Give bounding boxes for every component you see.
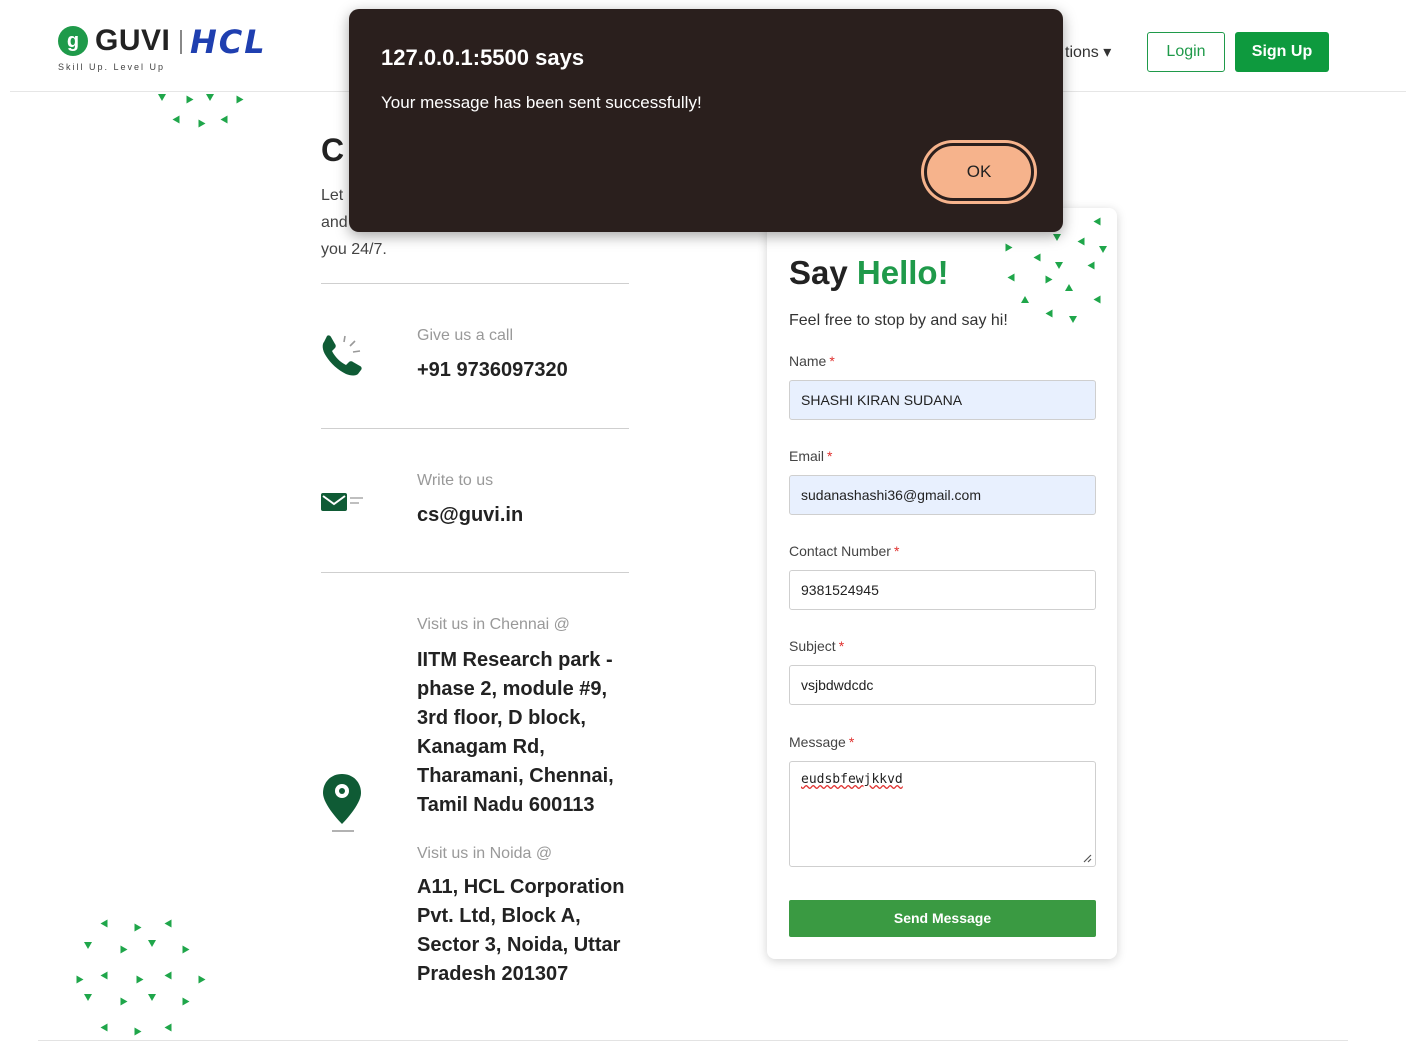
address-line: IITM Research park - bbox=[417, 649, 613, 671]
intro-line: you 24/7. bbox=[321, 241, 387, 258]
address-line: Tamil Nadu 600113 bbox=[417, 794, 595, 816]
name-field[interactable]: SHASHI KIRAN SUDANA bbox=[789, 380, 1096, 420]
phone-number[interactable]: +91 9736097320 bbox=[417, 356, 568, 385]
mail-icon bbox=[321, 491, 367, 518]
decorative-triangles-top bbox=[150, 92, 260, 132]
alert-title: 127.0.0.1:5500 says bbox=[381, 45, 585, 70]
subject-field[interactable]: vsjbdwdcdc bbox=[789, 665, 1096, 705]
write-label: Write to us bbox=[417, 472, 494, 489]
divider bbox=[321, 428, 629, 429]
required-marker: * bbox=[829, 353, 835, 369]
form-subtitle: Feel free to stop by and say hi! bbox=[789, 312, 1008, 329]
alert-ok-button[interactable]: OK bbox=[924, 143, 1034, 201]
required-marker: * bbox=[848, 734, 855, 750]
address-line: Sector 3, Noida, Uttar bbox=[417, 934, 621, 956]
decorative-triangles-bottom bbox=[72, 918, 212, 1038]
contact-number-label: Contact Number * bbox=[789, 543, 900, 559]
logo-tagline: Skill Up. Level Up bbox=[58, 62, 166, 72]
call-label: Give us a call bbox=[417, 327, 514, 344]
browser-alert-dialog: 127.0.0.1:5500 says Your message has bee… bbox=[349, 9, 1063, 232]
alert-message: Your message has been sent successfully! bbox=[381, 93, 702, 112]
form-title: Say Hello! bbox=[789, 254, 949, 292]
address-line: A11, HCL Corporation bbox=[417, 876, 625, 898]
message-label: Message * bbox=[789, 734, 855, 750]
chennai-label: Visit us in Chennai @ bbox=[417, 616, 570, 633]
guvi-logo-mark: g bbox=[58, 26, 88, 56]
address-line: Kanagam Rd, bbox=[417, 736, 545, 758]
address-line: Tharamani, Chennai, bbox=[417, 765, 614, 787]
email-label: Email * bbox=[789, 448, 833, 464]
divider bbox=[321, 283, 629, 284]
divider bbox=[321, 572, 629, 573]
nav-options-dropdown[interactable]: tions ▾ bbox=[1065, 42, 1111, 62]
sign-up-button[interactable]: Sign Up bbox=[1235, 32, 1329, 72]
required-marker: * bbox=[838, 638, 845, 654]
message-textarea[interactable]: eudsbfewjkkvd bbox=[789, 761, 1096, 867]
guvi-hcl-logo[interactable]: g GUVI HCL Skill Up. Level Up bbox=[58, 23, 318, 82]
logo-separator bbox=[180, 30, 182, 54]
address-line: Pvt. Ltd, Block A, bbox=[417, 905, 581, 927]
address-line: phase 2, module #9, bbox=[417, 678, 608, 700]
subject-label: Subject * bbox=[789, 638, 845, 654]
address-line: Pradesh 201307 bbox=[417, 963, 569, 985]
contact-title: C bbox=[321, 132, 345, 168]
send-message-button[interactable]: Send Message bbox=[789, 900, 1096, 937]
form-title-plain: Say bbox=[789, 254, 857, 291]
email-field[interactable]: sudanashashi36@gmail.com bbox=[789, 475, 1096, 515]
contact-number-field[interactable]: 9381524945 bbox=[789, 570, 1096, 610]
noida-address: A11, HCL Corporation Pvt. Ltd, Block A, … bbox=[417, 873, 637, 989]
address-line: 3rd floor, D block, bbox=[417, 707, 586, 729]
login-button[interactable]: Login bbox=[1147, 32, 1225, 72]
email-address[interactable]: cs@guvi.in bbox=[417, 501, 523, 530]
noida-label: Visit us in Noida @ bbox=[417, 845, 553, 862]
chennai-address: IITM Research park - phase 2, module #9,… bbox=[417, 646, 637, 820]
name-label: Name * bbox=[789, 353, 835, 369]
hcl-wordmark: HCL bbox=[190, 23, 267, 61]
contact-form-card: Say Hello! Feel free to stop by and say … bbox=[767, 208, 1117, 959]
required-marker: * bbox=[827, 448, 833, 464]
phone-icon bbox=[318, 334, 366, 383]
message-text: eudsbfewjkkvd bbox=[801, 772, 903, 787]
required-marker: * bbox=[893, 543, 900, 559]
location-pin-icon bbox=[321, 772, 365, 839]
guvi-wordmark: GUVI bbox=[95, 24, 171, 57]
form-title-highlight: Hello! bbox=[856, 254, 949, 291]
footer-divider bbox=[38, 1040, 1348, 1041]
resize-handle-icon[interactable] bbox=[1082, 853, 1092, 863]
